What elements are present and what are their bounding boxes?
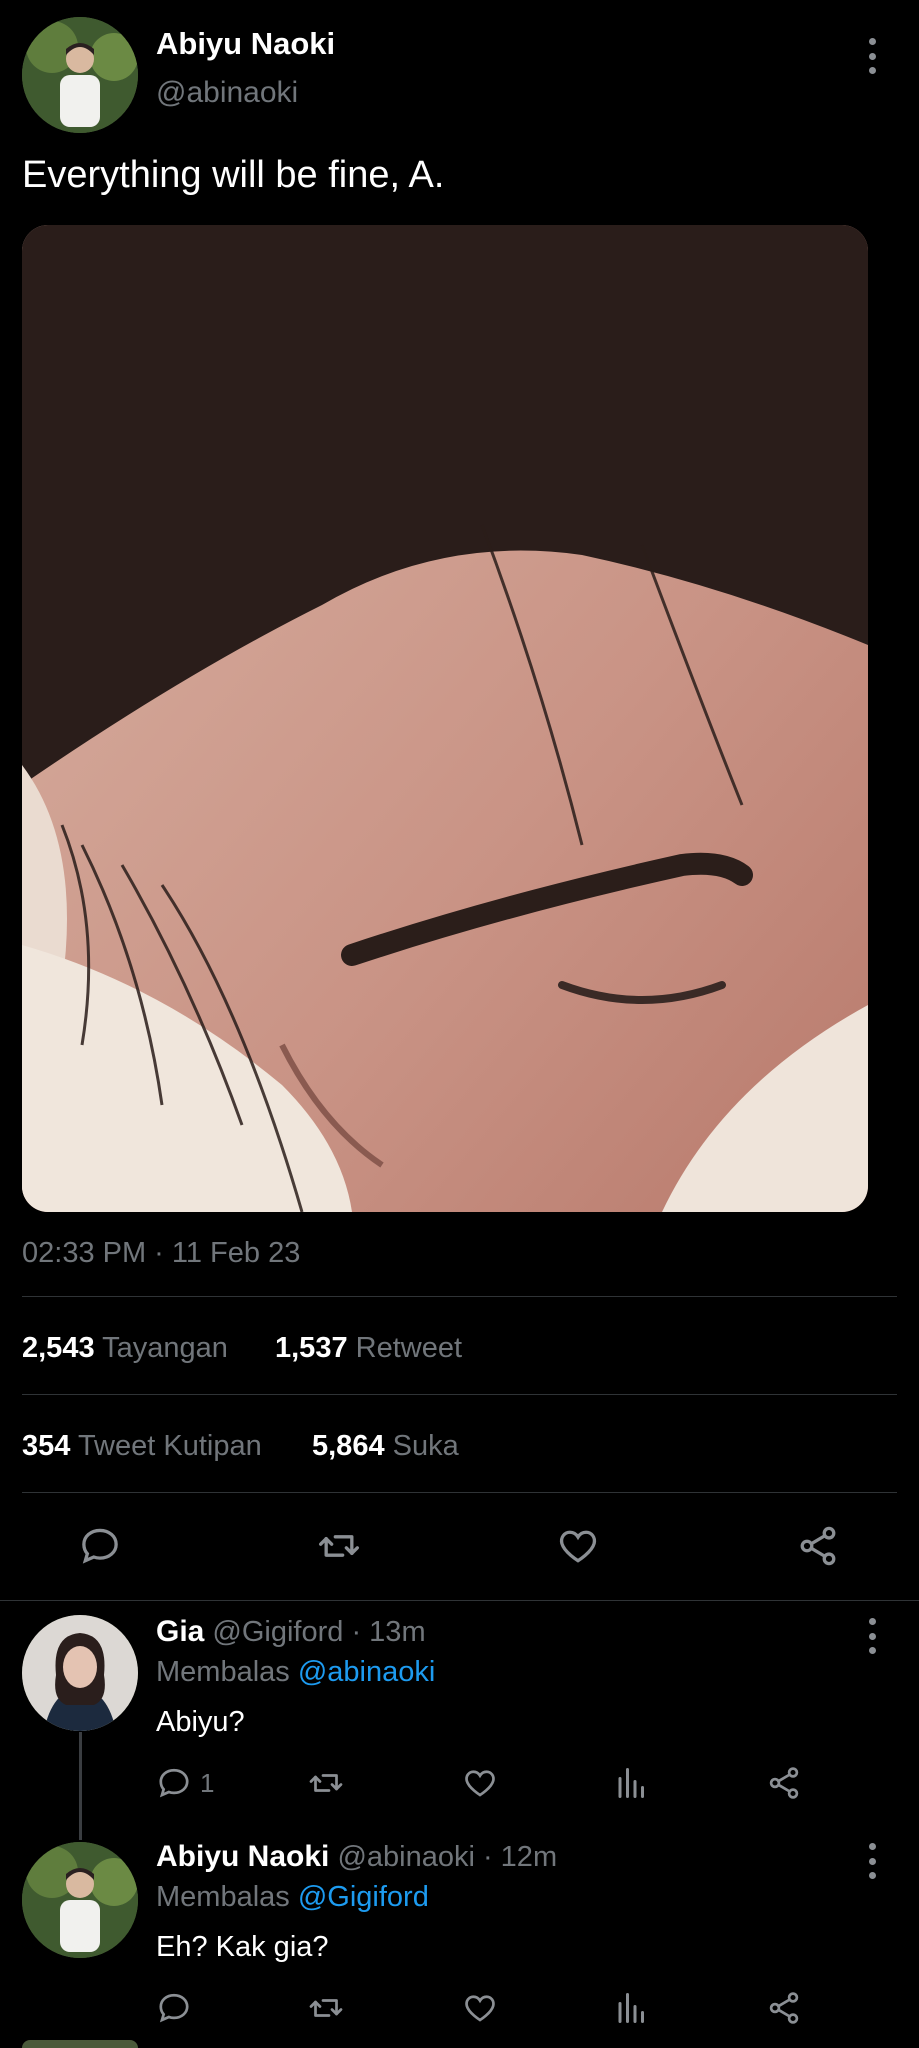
- reply-icon[interactable]: [156, 1990, 192, 2026]
- replying-label: Membalas: [156, 1656, 290, 1688]
- author-avatar[interactable]: [22, 17, 138, 133]
- replying-to-link[interactable]: @Gigiford: [298, 1881, 429, 1913]
- reply-header: Gia @Gigiford · 13m: [156, 1615, 426, 1649]
- avatar-image: [22, 17, 138, 133]
- reply-author-name[interactable]: Abiyu Naoki: [156, 1840, 329, 1873]
- reply-text: Abiyu?: [156, 1706, 245, 1738]
- heart-icon[interactable]: [556, 1524, 600, 1568]
- retweet-icon[interactable]: [306, 1990, 346, 2026]
- more-options-icon[interactable]: [862, 38, 882, 74]
- photo-image: [22, 225, 868, 1212]
- likes-count: 5,864: [312, 1430, 385, 1462]
- quotes-label: Tweet Kutipan: [77, 1430, 262, 1462]
- views-stat[interactable]: 2,543 Tayangan: [22, 1332, 228, 1365]
- reply-count: 1: [200, 1767, 215, 1798]
- author-handle[interactable]: @abinaoki: [156, 76, 298, 110]
- reply-time[interactable]: · 12m: [483, 1841, 557, 1873]
- views-icon[interactable]: [614, 1765, 650, 1801]
- more-options-icon[interactable]: [862, 1618, 882, 1654]
- share-icon[interactable]: [766, 1990, 802, 2026]
- share-icon[interactable]: [766, 1765, 802, 1801]
- views-icon[interactable]: [614, 1990, 650, 2026]
- retweet-icon[interactable]: [316, 1524, 362, 1568]
- reply-avatar[interactable]: [22, 1842, 138, 1958]
- replying-to: Membalas @abinaoki: [156, 1656, 435, 1689]
- reply-time[interactable]: · 13m: [351, 1616, 425, 1648]
- quotes-stat[interactable]: 354 Tweet Kutipan: [22, 1430, 262, 1463]
- views-label: Tayangan: [102, 1332, 228, 1364]
- section-divider: [0, 1600, 919, 1601]
- heart-icon[interactable]: [462, 1765, 498, 1801]
- views-count: 2,543: [22, 1332, 95, 1364]
- reply-icon[interactable]: [78, 1524, 122, 1568]
- avatar-image: [22, 1615, 138, 1731]
- more-options-icon[interactable]: [862, 1843, 882, 1879]
- quotes-count: 354: [22, 1430, 71, 1462]
- reply-author-handle[interactable]: @abinaoki: [337, 1841, 474, 1873]
- retweets-stat[interactable]: 1,537 Retweet: [275, 1332, 462, 1365]
- divider: [22, 1394, 897, 1395]
- next-item-peek: [22, 2040, 138, 2048]
- avatar-image: [22, 1842, 138, 1958]
- replying-to: Membalas @Gigiford: [156, 1881, 429, 1914]
- thread-line: [79, 1732, 82, 1840]
- likes-stat[interactable]: 5,864 Suka: [312, 1430, 459, 1463]
- likes-label: Suka: [392, 1430, 459, 1462]
- reply-text: Eh? Kak gia?: [156, 1931, 329, 1963]
- retweets-count: 1,537: [275, 1332, 348, 1364]
- reply-avatar[interactable]: [22, 1615, 138, 1731]
- share-icon[interactable]: [796, 1524, 840, 1568]
- author-name[interactable]: Abiyu Naoki: [156, 26, 335, 62]
- tweet-timestamp[interactable]: 02:33 PM · 11 Feb 23: [22, 1237, 300, 1270]
- tweet-text: Everything will be fine, A.: [22, 154, 445, 196]
- replying-label: Membalas: [156, 1881, 290, 1913]
- reply-author-name[interactable]: Gia: [156, 1615, 204, 1648]
- heart-icon[interactable]: [462, 1990, 498, 2026]
- reply-icon[interactable]: 1: [156, 1765, 214, 1801]
- divider: [22, 1296, 897, 1297]
- tweet-photo[interactable]: [22, 225, 868, 1212]
- reply-header: Abiyu Naoki @abinaoki · 12m: [156, 1840, 557, 1874]
- reply-author-handle[interactable]: @Gigiford: [212, 1616, 343, 1648]
- retweet-icon[interactable]: [306, 1765, 346, 1801]
- divider: [22, 1492, 897, 1493]
- retweets-label: Retweet: [355, 1332, 463, 1364]
- replying-to-link[interactable]: @abinaoki: [298, 1656, 435, 1688]
